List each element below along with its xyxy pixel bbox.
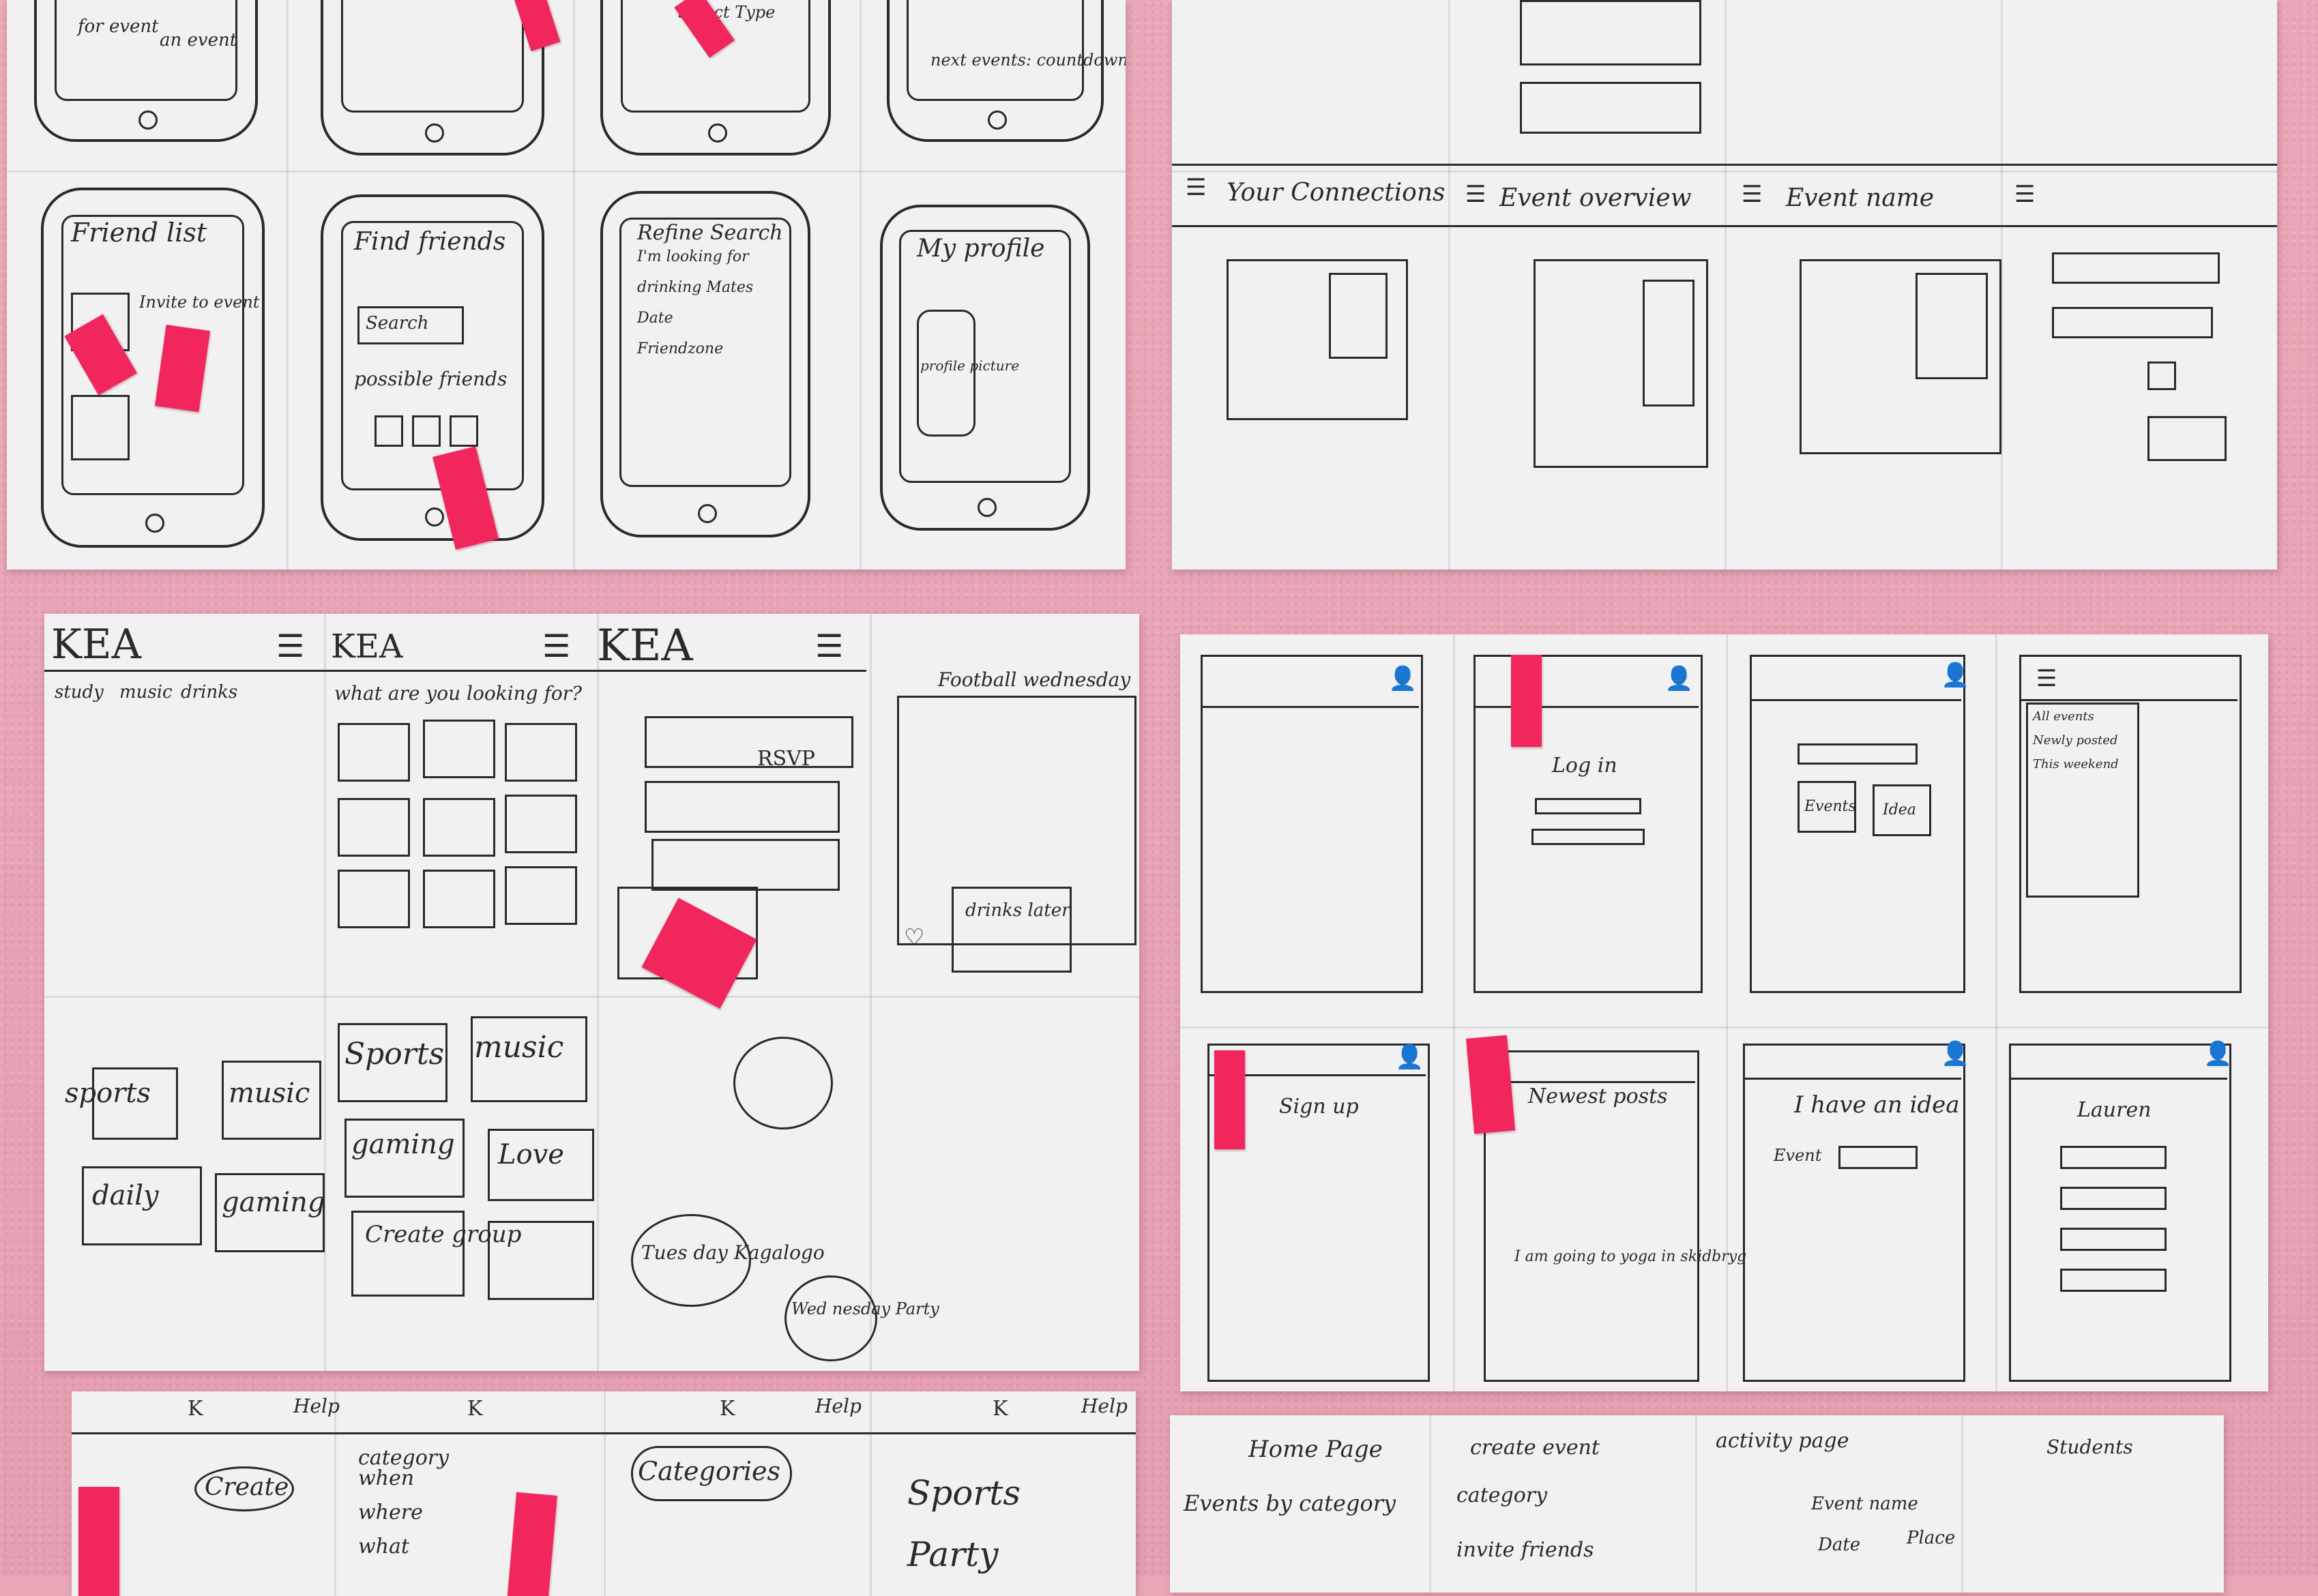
hamburger-menu-icon: ☰: [1186, 174, 1207, 201]
tuesday-bubble-label: Tues day Kagalogo: [641, 1241, 825, 1264]
rsvp-label: RSVP: [757, 747, 815, 771]
event-field-label: Event: [1774, 1146, 1822, 1165]
idea-button-sketch: Idea: [1883, 801, 1916, 818]
header-letter: K: [188, 1397, 203, 1421]
sheet-page-notes: Home Page Events by category create even…: [1170, 1415, 2224, 1593]
phone-find-friends: Find friends Search possible friends: [321, 194, 544, 541]
user-icon: 👤: [1664, 665, 1694, 692]
find-friends-title: Find friends: [354, 228, 506, 256]
handwritten-line: Friendzone: [637, 340, 724, 357]
friend-list-title: Friend list: [71, 218, 207, 248]
form-field-label: what: [358, 1535, 409, 1558]
handwritten-label: an event: [160, 30, 237, 50]
login-title: Log in: [1552, 754, 1617, 778]
note-text: Event name: [1811, 1494, 1918, 1514]
note-text: create event: [1470, 1436, 1600, 1460]
category-party: Party: [907, 1535, 999, 1574]
handwritten-label: next events: countdown: [930, 50, 1126, 70]
phone-refine-search: Refine Search I'm looking for drinking M…: [600, 191, 810, 537]
menu-item: This weekend: [2033, 757, 2119, 771]
note-text: category: [1456, 1483, 1548, 1507]
sticky-note: [507, 1492, 557, 1596]
your-connections-title: Your Connections: [1227, 179, 1446, 207]
note-text: Events by category: [1184, 1490, 1396, 1516]
event-name-title: Event name: [1786, 184, 1935, 212]
menu-item: All events: [2033, 709, 2094, 724]
kea-logo-sketch: KEA: [51, 621, 141, 668]
hamburger-menu-icon: ☰: [815, 627, 844, 664]
note-text: activity page: [1716, 1429, 1849, 1453]
chip-music: music: [119, 682, 173, 703]
form-field-label: where: [358, 1501, 423, 1524]
hamburger-menu-icon: ☰: [2036, 665, 2057, 692]
note-text: invite friends: [1456, 1538, 1594, 1562]
sticky-note: [78, 1487, 119, 1596]
search-button-sketch: Search: [366, 313, 429, 334]
idea-title: I have an idea: [1794, 1091, 1960, 1119]
phone-sketch: for event an event: [34, 0, 258, 142]
header-letter: K: [993, 1397, 1008, 1421]
sheet-tablet-wireframes: 👤 👤 Log in 👤 Events Idea ☰ All events Ne…: [1180, 634, 2268, 1391]
user-icon: 👤: [1941, 662, 1970, 689]
sheet-mobile-flow: K Help Create K category when where what…: [72, 1391, 1136, 1596]
looking-for-prompt: what are you looking for?: [334, 682, 583, 705]
post-text: I am going to yoga in skidbryg: [1514, 1248, 1747, 1265]
hamburger-menu-icon: ☰: [276, 627, 305, 664]
handwritten-label: for event: [78, 16, 159, 37]
phone-my-profile: My profile profile picture: [880, 205, 1090, 531]
header-letter: K: [720, 1397, 735, 1421]
sheet-kea-sketches: KEA ☰ study music drinks KEA ☰ what are …: [44, 614, 1139, 1371]
note-text: Place: [1907, 1528, 1956, 1548]
handwritten-line: drinking Mates: [637, 279, 754, 296]
phone-friend-list: Friend list Invite to event: [41, 188, 265, 548]
kea-logo-sketch: KEA: [331, 627, 403, 666]
heart-icon: ♡: [904, 924, 925, 951]
drinks-later-label: drinks later: [965, 900, 1070, 921]
invite-label: Invite to event: [139, 293, 260, 312]
possible-friends-label: possible friends: [354, 368, 508, 390]
user-icon: 👤: [1395, 1044, 1424, 1071]
sticky-note: [1214, 1050, 1245, 1149]
header-letter: K: [467, 1397, 483, 1421]
sheet-phone-sketches: for event an event Select Type next even…: [7, 0, 1126, 570]
help-link: Help: [1081, 1395, 1128, 1417]
sticky-note: [1511, 655, 1542, 747]
profile-title: Lauren: [2077, 1098, 2152, 1122]
phone-sketch: [321, 0, 544, 156]
chip-drinks: drinks: [181, 682, 238, 703]
wednesday-bubble-label: Wed nesday Party: [791, 1299, 939, 1318]
hamburger-menu-icon: ☰: [1742, 181, 1763, 208]
form-field-label: when: [358, 1466, 415, 1490]
note-text: Date: [1818, 1535, 1861, 1555]
event-overview-title: Event overview: [1499, 184, 1692, 212]
hamburger-menu-icon: ☰: [542, 627, 571, 664]
kea-logo-sketch: KEA: [597, 621, 693, 671]
hamburger-menu-icon: ☰: [1465, 181, 1486, 208]
category-sports: Sports: [907, 1473, 1021, 1513]
menu-item: Newly posted: [2033, 733, 2118, 748]
note-text: Students: [2046, 1436, 2133, 1458]
profile-picture-label: profile picture: [920, 357, 1020, 374]
categories-label: Categories: [638, 1456, 780, 1486]
events-button-sketch: Events: [1804, 798, 1856, 815]
phone-sketch: next events: countdown: [887, 0, 1126, 142]
refine-search-title: Refine Search: [637, 221, 783, 245]
help-link: Help: [293, 1395, 340, 1417]
signup-title: Sign up: [1279, 1095, 1359, 1119]
note-text: Home Page: [1248, 1436, 1383, 1463]
sticky-note: [1466, 1035, 1515, 1134]
help-link: Help: [815, 1395, 862, 1417]
chip-study: study: [55, 682, 104, 703]
hamburger-menu-icon: ☰: [2014, 181, 2036, 208]
user-icon: 👤: [1388, 665, 1418, 692]
football-event-label: Football wednesday: [938, 668, 1131, 691]
handwritten-line: Date: [637, 310, 673, 327]
newest-posts-title: Newest posts: [1528, 1084, 1668, 1108]
create-button-sketch: Create: [205, 1473, 289, 1501]
user-icon: 👤: [1941, 1040, 1970, 1067]
handwritten-line: I'm looking for: [637, 248, 749, 265]
sheet-desktop-wireframes: ☰ Your Connections ☰ Event overview ☰ Ev…: [1172, 0, 2277, 570]
my-profile-title: My profile: [917, 235, 1045, 263]
user-icon: 👤: [2203, 1040, 2233, 1067]
